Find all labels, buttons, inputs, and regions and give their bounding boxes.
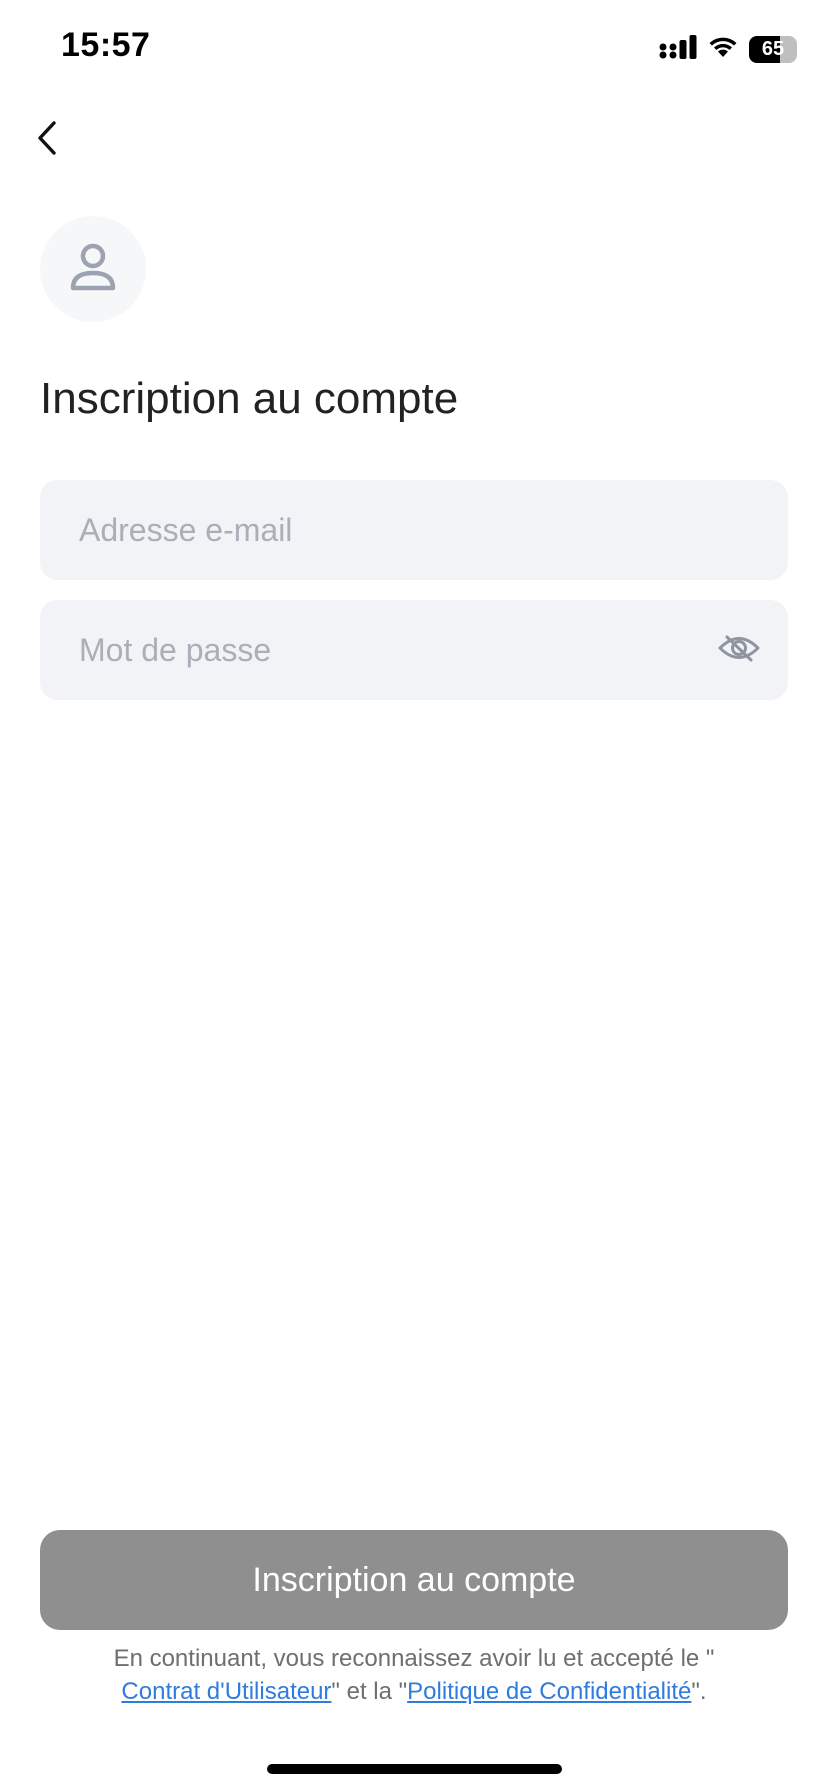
email-field-container [40, 480, 788, 580]
status-time: 15:57 [61, 26, 151, 64]
user-icon [66, 240, 120, 299]
password-field-container [40, 600, 788, 700]
password-input[interactable] [40, 600, 788, 700]
back-button[interactable] [22, 114, 72, 166]
password-visibility-toggle[interactable] [716, 628, 762, 672]
chevron-left-icon [35, 120, 59, 161]
cellular-signal-icon [659, 34, 697, 65]
eye-off-icon [718, 633, 760, 668]
register-button[interactable]: Inscription au compte [40, 1530, 788, 1630]
terms-suffix: ". [691, 1678, 707, 1705]
page-title: Inscription au compte [40, 374, 459, 423]
battery-indicator: 65 [749, 35, 797, 63]
privacy-policy-link[interactable]: Politique de Confidentialité [407, 1678, 691, 1705]
status-icons: 65 [659, 34, 797, 65]
terms-notice: En continuant, vous reconnaissez avoir l… [40, 1642, 788, 1708]
avatar [40, 216, 146, 322]
terms-prefix: En continuant, vous reconnaissez avoir l… [113, 1645, 715, 1672]
battery-level: 65 [761, 37, 785, 60]
email-input[interactable] [40, 480, 788, 580]
battery-icon: 65 [749, 35, 797, 63]
home-indicator [267, 1764, 562, 1774]
wifi-icon [707, 35, 739, 64]
user-agreement-link[interactable]: Contrat d'Utilisateur [121, 1678, 331, 1705]
status-bar: 15:57 65 [0, 0, 828, 100]
terms-middle: " et la " [331, 1678, 408, 1705]
